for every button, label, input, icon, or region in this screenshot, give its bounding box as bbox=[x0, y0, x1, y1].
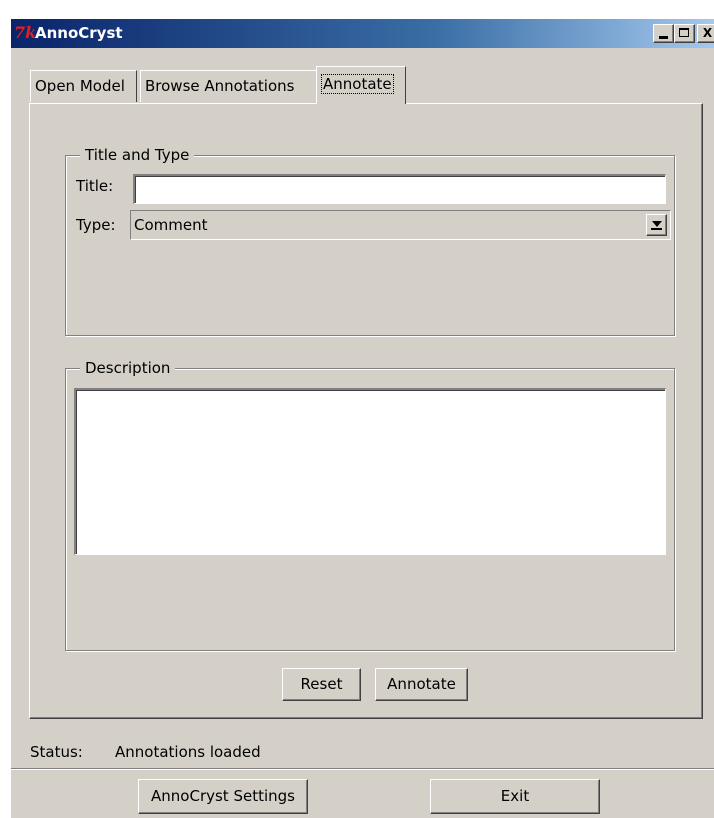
maximize-button[interactable] bbox=[674, 24, 695, 43]
type-dropdown-button[interactable] bbox=[646, 214, 667, 236]
maximize-icon bbox=[679, 28, 689, 37]
reset-button[interactable]: Reset bbox=[282, 668, 361, 701]
minimize-icon bbox=[659, 36, 668, 39]
exit-button[interactable]: Exit bbox=[430, 779, 600, 814]
tab-annotate-label: Annotate bbox=[321, 74, 394, 94]
description-group: Description bbox=[65, 358, 675, 651]
description-label: Description bbox=[80, 358, 176, 378]
title-bar[interactable]: 7k AnnoCryst X bbox=[11, 19, 714, 48]
type-label: Type: bbox=[76, 216, 116, 234]
tk-icon: 7k bbox=[14, 23, 37, 42]
footer-divider bbox=[11, 768, 714, 770]
dropdown-underline-icon bbox=[651, 228, 662, 230]
status-label: Status: bbox=[30, 743, 83, 761]
annocryst-settings-button[interactable]: AnnoCryst Settings bbox=[138, 779, 308, 814]
minimize-button[interactable] bbox=[653, 24, 674, 43]
tab-open-model[interactable]: Open Model bbox=[30, 70, 137, 102]
title-and-type-group: Title and Type Title: Type: Comment bbox=[65, 145, 675, 336]
type-selected-value: Comment bbox=[134, 216, 208, 234]
window-title: AnnoCryst bbox=[35, 24, 123, 42]
tab-browse-annotations[interactable]: Browse Annotations bbox=[140, 70, 317, 102]
dropdown-arrow-icon bbox=[652, 221, 662, 227]
annotate-button[interactable]: Annotate bbox=[375, 668, 468, 701]
close-button[interactable]: X bbox=[697, 24, 714, 43]
close-icon: X bbox=[702, 26, 713, 40]
tab-annotate[interactable]: Annotate bbox=[316, 66, 406, 104]
type-select[interactable]: Comment bbox=[130, 210, 671, 240]
title-label: Title: bbox=[76, 177, 114, 195]
annotate-panel: Title and Type Title: Type: Comment Desc… bbox=[29, 103, 703, 719]
status-value: Annotations loaded bbox=[115, 743, 261, 761]
annocryst-window: 7k AnnoCryst X Open Model Browse Annotat… bbox=[9, 17, 714, 818]
title-and-type-label: Title and Type bbox=[80, 145, 195, 165]
title-input[interactable] bbox=[133, 174, 666, 204]
description-textarea[interactable] bbox=[74, 388, 666, 555]
